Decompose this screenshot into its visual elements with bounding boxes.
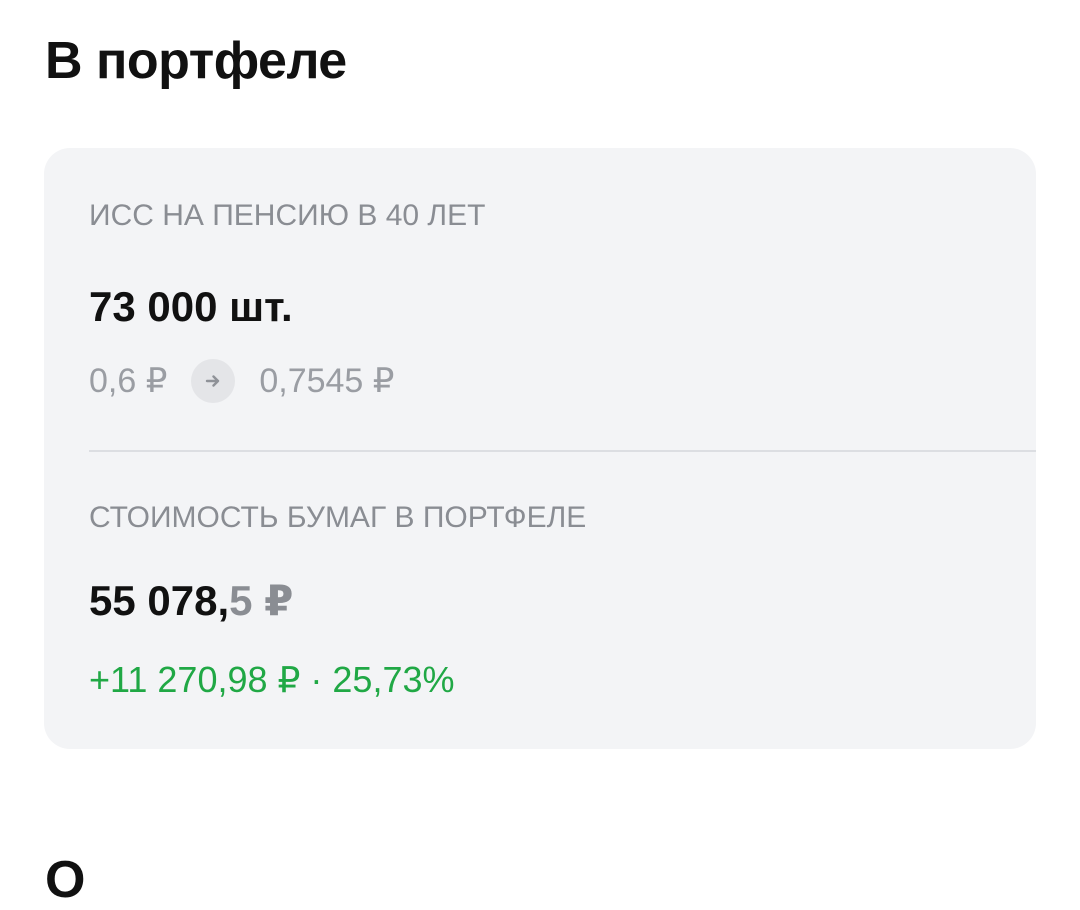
current-price: 0,7545 ₽	[259, 362, 395, 400]
holding-card[interactable]: ИСС НА ПЕНСИЮ В 40 ЛЕТ 73 000 шт. 0,6 ₽ …	[44, 148, 1036, 749]
amount-fraction: 5 ₽	[229, 577, 294, 624]
page-title: В портфеле	[45, 32, 347, 90]
portfolio-value-amount: 55 078,5 ₽	[89, 576, 293, 626]
arrow-right-icon	[191, 359, 236, 403]
divider	[89, 450, 1036, 452]
amount-main: 55 078,	[89, 577, 230, 624]
portfolio-change: +11 270,98 ₽ · 25,73%	[89, 659, 455, 700]
holding-quantity: 73 000 шт.	[89, 283, 293, 330]
holding-name: ИСС НА ПЕНСИЮ В 40 ЛЕТ	[89, 199, 486, 232]
price-change-row: 0,6 ₽ 0,7545 ₽	[89, 356, 394, 406]
portfolio-value-label: СТОИМОСТЬ БУМАГ В ПОРТФЕЛЕ	[89, 501, 587, 534]
buy-price: 0,6 ₽	[89, 362, 168, 400]
next-section-title: О	[45, 851, 86, 909]
